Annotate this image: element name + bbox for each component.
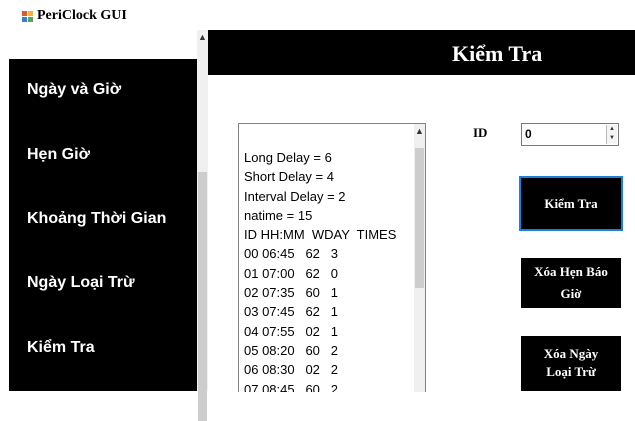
id-stepper[interactable]: ▲ ▼ [521,123,619,146]
list-item[interactable]: ID HH:MM WDAY TIMES [244,225,396,244]
list-item[interactable]: natime = 15 [244,206,396,225]
scroll-up-icon[interactable]: ▲ [198,32,207,42]
list-item[interactable]: Long Delay = 6 [244,148,396,167]
clear-excluded-day-button[interactable]: Xóa Ngày Loại Trừ [521,336,621,391]
spin-up-icon[interactable]: ▲ [607,125,617,134]
spin-down-icon[interactable]: ▼ [607,134,617,143]
list-item[interactable]: 05 08:20 60 2 [244,341,396,360]
list-item[interactable]: 03 07:45 62 1 [244,302,396,321]
sidebar-item-excluded-days[interactable]: Ngày Loại Trừ [27,274,135,292]
window-title: PeriClock GUI [37,8,127,23]
list-item[interactable]: 01 07:00 62 0 [244,264,396,283]
clear-day-label-line2: Loại Trừ [546,364,596,379]
clear-alarm-button[interactable]: Xóa Hẹn Báo Giờ [521,258,621,308]
page-header: Kiểm Tra [208,30,635,75]
list-item[interactable]: 07 08:45 60 2 [244,380,396,392]
list-item[interactable]: 02 07:35 60 1 [244,283,396,302]
list-item[interactable]: 04 07:55 02 1 [244,322,396,341]
title-bar: PeriClock GUI [0,0,635,30]
listbox-scrollbar[interactable]: ▲ [414,124,425,392]
app-icon [22,11,33,22]
scroll-up-icon[interactable]: ▲ [415,126,424,136]
sidebar-item-alarm[interactable]: Hẹn Giờ [27,146,90,164]
spin-buttons: ▲ ▼ [606,125,617,144]
clear-alarm-label-line1: Xóa Hẹn Báo [534,264,608,279]
list-item[interactable]: Short Delay = 4 [244,167,396,186]
list-item[interactable]: 06 08:30 02 2 [244,360,396,379]
clear-alarm-label-line2: Giờ [560,286,582,301]
sidebar-item-check[interactable]: Kiểm Tra [27,339,95,357]
sidebar-item-interval[interactable]: Khoảng Thời Gian [27,210,166,228]
id-input[interactable] [525,127,600,141]
scrollbar-thumb[interactable] [198,172,207,421]
list-item[interactable]: Interval Delay = 2 [244,187,396,206]
sidebar: Ngày và Giờ Hẹn Giờ Khoảng Thời Gian Ngà… [9,59,197,391]
check-button-label: Kiểm Tra [544,195,598,211]
sidebar-item-date-time[interactable]: Ngày và Giờ [27,81,121,99]
result-listbox[interactable]: Long Delay = 6 Short Delay = 4 Interval … [238,123,426,392]
scrollbar-thumb[interactable] [415,148,424,288]
sidebar-scrollbar[interactable]: ▲ [197,30,208,421]
clear-day-label-line1: Xóa Ngày [543,346,599,361]
check-button[interactable]: Kiểm Tra [519,176,623,231]
page-title: Kiểm Tra [452,41,543,66]
id-label: ID [473,125,488,140]
list-item[interactable]: 00 06:45 62 3 [244,244,396,263]
list-lines: Long Delay = 6 Short Delay = 4 Interval … [244,148,396,392]
